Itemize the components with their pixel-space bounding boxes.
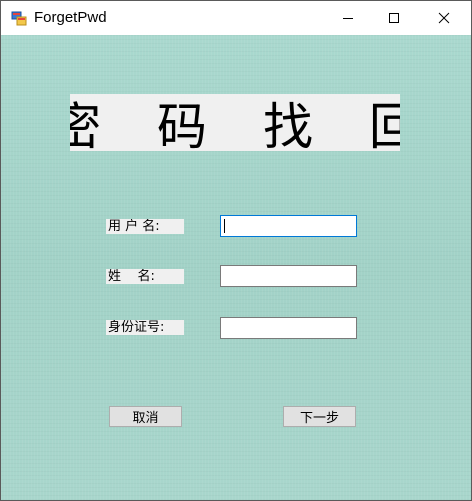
forgetpwd-window: ForgetPwd 密 码 找 回 用 户 名: 姓 名: 身份证号:	[0, 0, 472, 501]
username-label: 用 户 名:	[106, 219, 184, 234]
text-caret	[224, 219, 225, 233]
window-title: ForgetPwd	[34, 9, 107, 26]
username-field[interactable]	[220, 215, 357, 237]
id-number-field[interactable]	[220, 317, 357, 339]
minimize-button[interactable]	[325, 1, 371, 35]
maximize-button[interactable]	[371, 1, 417, 35]
next-button[interactable]: 下一步	[283, 406, 356, 427]
cancel-button[interactable]: 取消	[109, 406, 182, 427]
form-client-area: 密 码 找 回 用 户 名: 姓 名: 身份证号: 取消 下一步	[1, 35, 471, 500]
name-label: 姓 名:	[106, 269, 184, 284]
maximize-icon	[388, 9, 400, 28]
page-title-text: 密 码 找 回	[70, 97, 400, 152]
page-title: 密 码 找 回	[70, 94, 400, 151]
name-field[interactable]	[220, 265, 357, 287]
winforms-app-icon	[11, 10, 27, 26]
close-button[interactable]	[421, 1, 467, 35]
minimize-icon	[342, 9, 354, 28]
id-number-label: 身份证号:	[106, 320, 184, 335]
close-icon	[438, 9, 450, 28]
title-bar[interactable]: ForgetPwd	[1, 1, 471, 35]
